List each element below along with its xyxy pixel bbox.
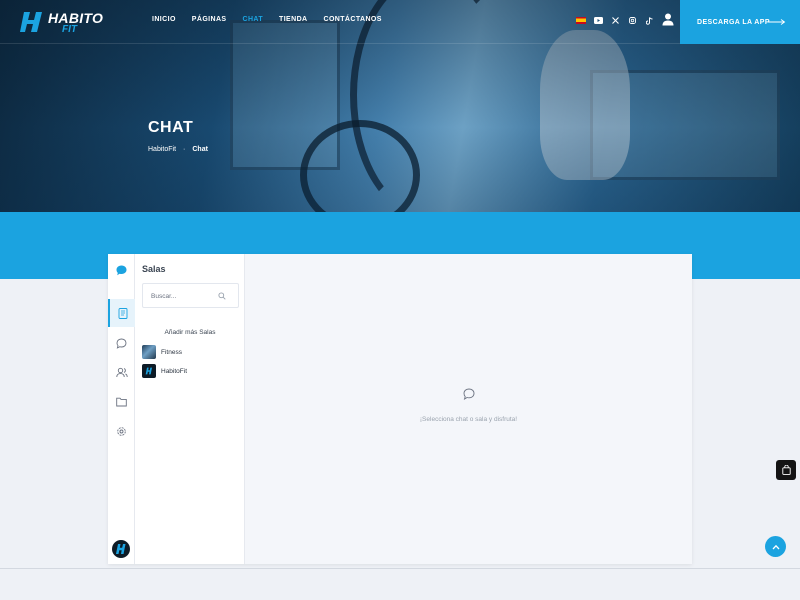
habitofit-avatar-icon xyxy=(116,544,126,554)
rail-item-files[interactable] xyxy=(108,388,135,416)
add-rooms-link[interactable]: Añadir más Salas xyxy=(135,329,245,336)
rail-item-settings[interactable] xyxy=(108,417,135,445)
cart-button[interactable] xyxy=(776,460,796,480)
user-account-icon[interactable] xyxy=(662,13,674,26)
download-app-label: DESCARGA LA APP xyxy=(697,18,770,26)
chat-bubble-filled-icon xyxy=(116,265,127,275)
room-name: HabitoFit xyxy=(161,367,188,375)
room-item-habitofit[interactable]: HabitoFit xyxy=(142,363,242,379)
menu-item-inicio[interactable]: INICIO xyxy=(152,16,176,23)
breadcrumb-home[interactable]: HabitoFit xyxy=(148,146,176,153)
menu-item-chat[interactable]: CHAT xyxy=(243,16,264,23)
room-name: Fitness xyxy=(161,348,182,356)
room-thumbnail xyxy=(142,364,156,378)
user-avatar[interactable] xyxy=(112,540,130,558)
gear-icon xyxy=(117,426,126,436)
scroll-to-top-button[interactable] xyxy=(765,536,786,557)
empty-state-message: ¡Selecciona chat o sala y disfruta! xyxy=(419,416,518,423)
youtube-icon[interactable] xyxy=(594,16,603,25)
rooms-search-input[interactable] xyxy=(151,291,211,301)
social-icons xyxy=(576,16,654,25)
arrow-right-icon xyxy=(768,19,786,25)
menu-item-tienda[interactable]: TIENDA xyxy=(279,16,307,23)
logo-subtext: FIT xyxy=(62,24,77,35)
breadcrumb-current: Chat xyxy=(192,146,208,153)
menu-item-contactanos[interactable]: CONTÁCTANOS xyxy=(324,16,382,23)
users-icon xyxy=(115,367,128,377)
rooms-panel: Salas Añadir más Salas Fitness HabitoFit xyxy=(135,254,245,564)
rooms-title: Salas xyxy=(142,264,166,274)
footer-divider xyxy=(0,568,800,569)
chat-main-area: ¡Selecciona chat o sala y disfruta! xyxy=(245,254,692,564)
rooms-search-box[interactable] xyxy=(142,283,239,308)
logo-h-icon xyxy=(20,12,42,32)
chevron-up-icon xyxy=(772,544,779,549)
rail-item-brand[interactable] xyxy=(108,256,135,284)
main-menu: INICIO PÁGINAS CHAT TIENDA CONTÁCTANOS xyxy=(152,16,398,23)
rail-item-rooms[interactable] xyxy=(108,299,135,327)
spain-flag-icon[interactable] xyxy=(576,17,586,24)
chat-bubble-icon xyxy=(463,388,475,400)
download-app-button[interactable]: DESCARGA LA APP xyxy=(680,0,800,44)
rail-item-contacts[interactable] xyxy=(108,358,135,386)
top-navigation: HABITO FIT INICIO PÁGINAS CHAT TIENDA CO… xyxy=(0,0,800,44)
notebook-icon xyxy=(118,307,127,319)
menu-item-paginas[interactable]: PÁGINAS xyxy=(192,16,227,23)
habitofit-logo-icon xyxy=(145,367,152,375)
tiktok-icon[interactable] xyxy=(645,16,654,25)
chat-sidebar-rail xyxy=(108,254,135,564)
x-icon[interactable] xyxy=(611,16,620,25)
rail-item-chats[interactable] xyxy=(108,329,135,357)
instagram-icon[interactable] xyxy=(628,16,637,25)
search-icon[interactable] xyxy=(218,292,226,300)
page-title: CHAT xyxy=(148,119,194,136)
habitofit-logo[interactable]: HABITO FIT xyxy=(20,8,103,36)
chat-bubble-icon xyxy=(116,338,127,349)
room-item-fitness[interactable]: Fitness xyxy=(142,344,242,360)
folder-icon xyxy=(116,397,127,407)
breadcrumb: HabitoFit · Chat xyxy=(148,146,208,153)
shopping-bag-icon xyxy=(781,465,791,475)
room-thumbnail xyxy=(142,345,156,359)
chat-panel: Salas Añadir más Salas Fitness HabitoFit xyxy=(108,254,692,564)
breadcrumb-separator: · xyxy=(183,146,186,153)
